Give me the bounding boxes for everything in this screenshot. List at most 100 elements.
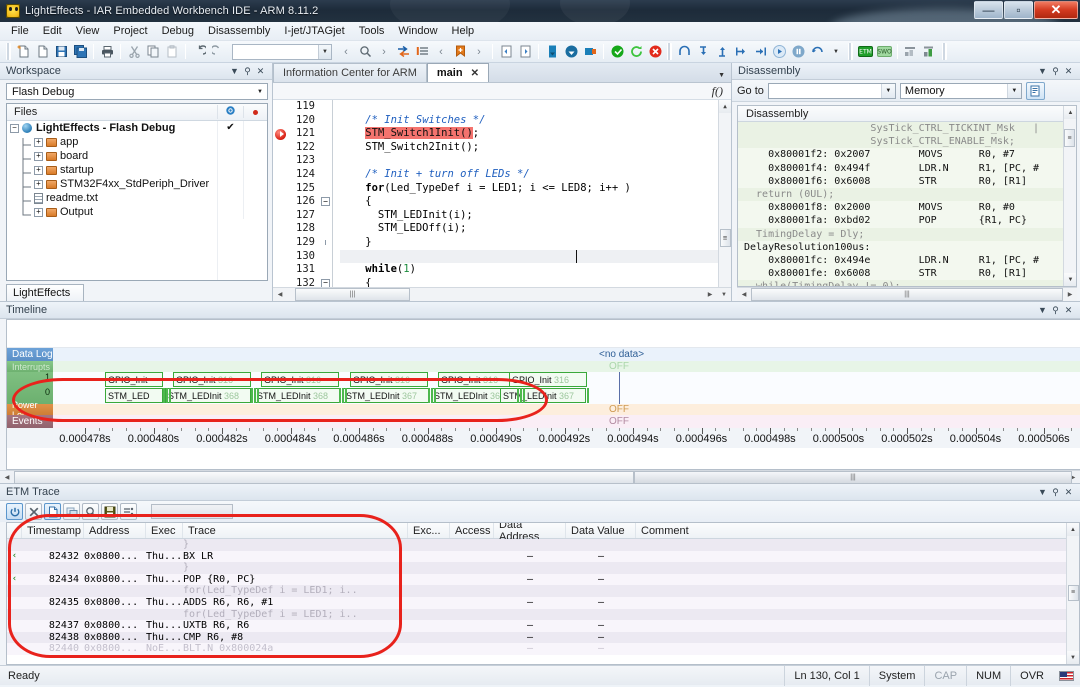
bookmark-list-icon[interactable] <box>413 43 431 61</box>
filter-icon[interactable] <box>120 503 137 520</box>
tree-item[interactable]: + app <box>7 135 267 152</box>
code-line[interactable]: while(1) <box>340 263 731 277</box>
scroll-up-icon[interactable]: ▲ <box>1064 106 1076 119</box>
call-stack-block[interactable]: GPIO_Init 316 <box>350 372 428 387</box>
etm-table-row[interactable]: 82435 0x0800... Thu... ADDS R6, R6, #1 – – <box>7 596 1079 609</box>
toggle-mixed-mode-button[interactable] <box>1025 81 1045 100</box>
disassembly-instruction[interactable]: 0x80001fa: 0xbd02 POP {R1, PC} <box>738 214 1076 228</box>
chevron-down-icon[interactable]: ▼ <box>228 65 241 78</box>
etm-trace-toggle-icon[interactable]: ETM <box>856 43 874 61</box>
redo-icon[interactable] <box>209 43 227 61</box>
code-editor[interactable]: 119 120 121 122 123 124 125 126 127 128 129 130 131 1… <box>273 100 731 287</box>
gear-icon[interactable] <box>217 105 243 119</box>
tree-item[interactable]: + Output <box>7 205 267 219</box>
disassembly-instruction[interactable]: 0x80001fe: 0x6008 STR R0, [R1] <box>738 267 1076 281</box>
menu-item-file[interactable]: File <box>4 23 36 39</box>
chevron-down-icon[interactable]: ▼ <box>827 43 845 61</box>
pin-icon[interactable]: ⚲ <box>1049 486 1062 499</box>
menu-item-tools[interactable]: Tools <box>352 23 392 39</box>
next-bookmark-icon[interactable]: › <box>470 43 488 61</box>
tree-item[interactable]: + startup <box>7 163 267 180</box>
hscroll-thumb[interactable] <box>14 470 634 484</box>
code-line[interactable]: { <box>340 277 731 287</box>
make-icon[interactable] <box>562 43 580 61</box>
tab-main[interactable]: main ✕ <box>426 63 489 82</box>
code-line[interactable]: /* Init Switches */ <box>340 114 731 128</box>
undo-icon[interactable] <box>190 43 208 61</box>
step-into-icon[interactable] <box>694 43 712 61</box>
tree-item[interactable]: + STM32F4xx_StdPeriph_Driver <box>7 177 267 194</box>
code-line[interactable]: STM_LEDOff(i); <box>340 222 731 236</box>
disassembly-instruction[interactable]: 0x80001f4: 0x494f LDR.N R1, [PC, # <box>738 161 1076 175</box>
window-icon[interactable] <box>63 503 80 520</box>
scrollbar-thumb[interactable]: ≡ <box>1064 129 1075 147</box>
disassembly-source-line[interactable]: while(TimingDelay != 0); <box>738 280 1076 286</box>
track-area[interactable]: OFF <box>53 361 1080 372</box>
tree-expander-icon[interactable]: + <box>34 207 43 217</box>
etm-table-row[interactable]: } <box>7 539 1079 551</box>
language-flag-icon[interactable] <box>1059 670 1074 681</box>
scroll-left-icon[interactable]: ◀ <box>273 288 287 301</box>
pin-icon[interactable]: ⚲ <box>241 65 254 78</box>
chevron-down-icon[interactable]: ▼ <box>717 288 731 301</box>
breakpoint-gutter[interactable] <box>273 100 289 287</box>
hscroll-track[interactable]: ||| <box>287 288 703 301</box>
hscroll-thumb[interactable]: ||| <box>751 288 1063 301</box>
code-line[interactable]: STM_Switch2Init(); <box>340 141 731 155</box>
disassembly-vertical-scrollbar[interactable]: ▲ ≡ ▼ <box>1063 106 1076 286</box>
code-line[interactable]: } <box>340 236 731 250</box>
fold-toggle-icon[interactable]: − <box>321 197 330 207</box>
disassembly-instruction[interactable]: 0x80001fc: 0x494e LDR.N R1, [PC, # <box>738 253 1076 268</box>
call-stack-block[interactable]: GPIO_Init 316 <box>509 372 587 387</box>
menu-item-view[interactable]: View <box>69 23 107 39</box>
hscroll-thumb-2[interactable]: ||| <box>634 470 1072 484</box>
code-folding-gutter[interactable]: − − <box>319 100 333 287</box>
toolbar-gripper[interactable] <box>6 43 11 60</box>
compile-icon[interactable] <box>543 43 561 61</box>
maximize-button[interactable]: ▫ <box>1004 1 1033 19</box>
call-stack-block[interactable]: STM_LEDInit 368 <box>165 388 251 403</box>
power-icon[interactable] <box>6 503 23 520</box>
copy-icon[interactable] <box>144 43 162 61</box>
menu-item-window[interactable]: Window <box>391 23 444 39</box>
clear-icon[interactable] <box>25 503 42 520</box>
disassembly-instruction[interactable]: 0x80001f8: 0x2000 MOVS R0, #0 <box>738 201 1076 215</box>
track-area[interactable]: <no data> <box>53 348 1080 361</box>
close-icon[interactable]: ✕ <box>1062 304 1075 317</box>
etm-table-row[interactable]: ‹ 82432 0x0800... Thu... BX LR – – <box>7 550 1079 563</box>
scroll-down-icon[interactable]: ▼ <box>1064 273 1076 286</box>
navigate-forward-icon[interactable] <box>516 43 534 61</box>
navigate-back-icon[interactable] <box>497 43 515 61</box>
close-button[interactable]: ✕ <box>1034 1 1078 19</box>
chevron-down-icon[interactable]: ▼ <box>253 89 267 95</box>
close-icon[interactable]: ✕ <box>1062 65 1075 78</box>
timeline-view[interactable]: Data Log <no data> Interrupts OFF 1 0 GP <box>6 319 1080 470</box>
disassembly-horizontal-scrollbar[interactable]: ◀ ||| ▶ <box>737 287 1077 301</box>
toolbar-gripper-2[interactable] <box>667 43 672 60</box>
code-line[interactable] <box>340 249 731 264</box>
new-file-icon[interactable] <box>14 43 32 61</box>
function-indicator[interactable]: f() <box>712 84 723 99</box>
call-stack-block[interactable]: STM_LEDInit 367 <box>343 388 429 403</box>
project-tree[interactable]: Files − LightEffects - Flash Debug ✔ + app + b… <box>6 103 268 281</box>
chevron-down-icon[interactable]: ▼ <box>1036 486 1049 499</box>
step-over-icon[interactable] <box>675 43 693 61</box>
workspace-tab-lighteffects[interactable]: LightEffects <box>6 284 84 301</box>
toolbar-gripper-4[interactable] <box>942 43 947 60</box>
etm-column-header[interactable]: Data Address <box>494 523 566 543</box>
menu-item-project[interactable]: Project <box>106 23 154 39</box>
reset-icon[interactable] <box>808 43 826 61</box>
prev-match-icon[interactable]: ‹ <box>337 43 355 61</box>
track-area[interactable]: OFF <box>53 415 1080 428</box>
search-icon[interactable] <box>356 43 374 61</box>
etm-table-row[interactable]: ‹ 82434 0x0800... Thu... POP {R0, PC} – – <box>7 573 1079 586</box>
prev-bookmark-icon[interactable]: ‹ <box>432 43 450 61</box>
tree-item[interactable]: + board <box>7 149 267 166</box>
call-stack-block[interactable]: STM_LEDInit 368 <box>254 388 340 403</box>
scrollbar-thumb[interactable]: ≡ <box>719 229 731 247</box>
fold-toggle-icon[interactable]: − <box>321 278 330 287</box>
timeline-track-data-log[interactable]: Data Log <no data> <box>7 348 1080 361</box>
disassembly-view[interactable]: Disassembly SysTick_CTRL_TICKINT_Msk | S… <box>737 105 1077 287</box>
scrollbar-thumb[interactable]: ≡ <box>1067 584 1079 601</box>
chevron-down-icon[interactable]: ▼ <box>318 44 331 59</box>
